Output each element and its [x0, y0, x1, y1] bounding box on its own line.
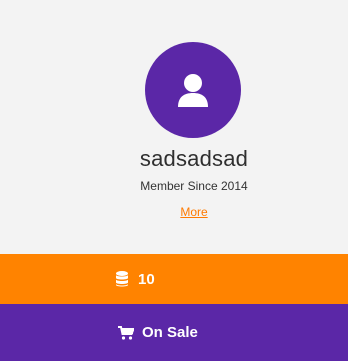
on-sale-button[interactable]: On Sale: [0, 304, 348, 361]
coins-value: 10: [138, 270, 155, 288]
user-icon: [178, 74, 208, 107]
member-since: Member Since 2014: [140, 179, 248, 193]
on-sale-label: On Sale: [142, 324, 198, 341]
shopping-cart-icon: [118, 325, 134, 340]
username: sadsadsad: [139, 146, 249, 171]
avatar: [145, 42, 241, 138]
coins-bar: 10: [0, 254, 348, 304]
database-icon: [116, 271, 128, 287]
more-link[interactable]: More: [180, 205, 207, 219]
page: sadsadsad Member Since 2014 More 10 On S…: [0, 0, 364, 361]
profile-card: sadsadsad Member Since 2014 More 10 On S…: [0, 0, 348, 361]
more-link-wrapper: More: [0, 205, 364, 219]
